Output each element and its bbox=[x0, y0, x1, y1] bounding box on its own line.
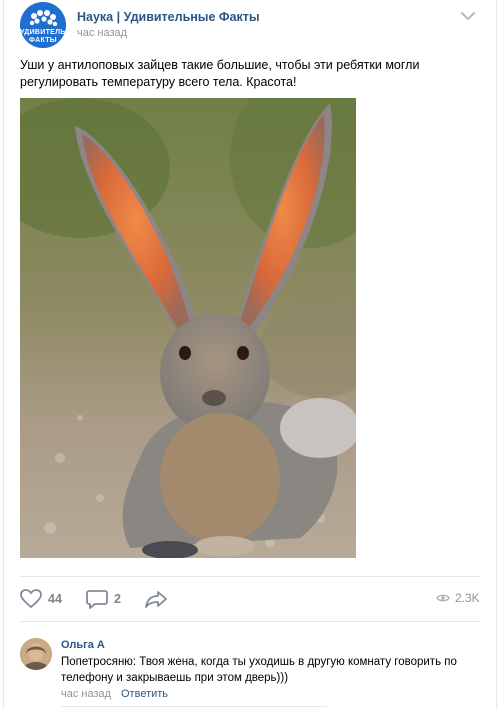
comment-author-avatar[interactable] bbox=[20, 638, 52, 670]
divider bbox=[20, 576, 480, 577]
share-button[interactable] bbox=[144, 588, 168, 610]
group-name-link[interactable]: Наука | Удивительные Факты bbox=[77, 10, 260, 24]
post-card: УДИВИТЕЛЬНЫЕ ФАКТЫ Наука | Удивительные … bbox=[3, 0, 497, 709]
heart-icon bbox=[20, 589, 42, 609]
comment-text: Попетросяню: Твоя жена, когда ты уходишь… bbox=[61, 656, 457, 684]
like-button[interactable]: 44 bbox=[20, 588, 62, 610]
comment-count: 2 bbox=[114, 592, 121, 606]
group-avatar[interactable]: УДИВИТЕЛЬНЫЕ ФАКТЫ bbox=[20, 2, 66, 48]
views-count: 2.3K bbox=[455, 591, 480, 605]
comment-author-name[interactable]: Ольга А bbox=[61, 639, 105, 651]
avatar-icon bbox=[20, 638, 52, 670]
eye-icon bbox=[436, 594, 450, 602]
group-avatar-label: УДИВИТЕЛЬНЫЕ ФАКТЫ bbox=[20, 29, 66, 44]
hare-photo-image bbox=[20, 98, 356, 558]
chevron-down-icon[interactable] bbox=[459, 9, 477, 23]
share-arrow-icon bbox=[145, 591, 167, 608]
divider bbox=[61, 706, 327, 707]
post-time[interactable]: час назад bbox=[77, 27, 127, 39]
like-count: 44 bbox=[48, 592, 62, 606]
reply-button[interactable]: Ответить bbox=[121, 688, 168, 700]
comment-button[interactable]: 2 bbox=[86, 588, 121, 610]
divider bbox=[20, 621, 480, 622]
post-text: Уши у антилоповых зайцев такие большие, … bbox=[20, 58, 420, 89]
comment-time[interactable]: час назад bbox=[61, 688, 111, 700]
comment-bubble-icon bbox=[86, 590, 108, 609]
views-counter: 2.3K bbox=[436, 591, 480, 605]
post-photo[interactable] bbox=[20, 98, 356, 558]
